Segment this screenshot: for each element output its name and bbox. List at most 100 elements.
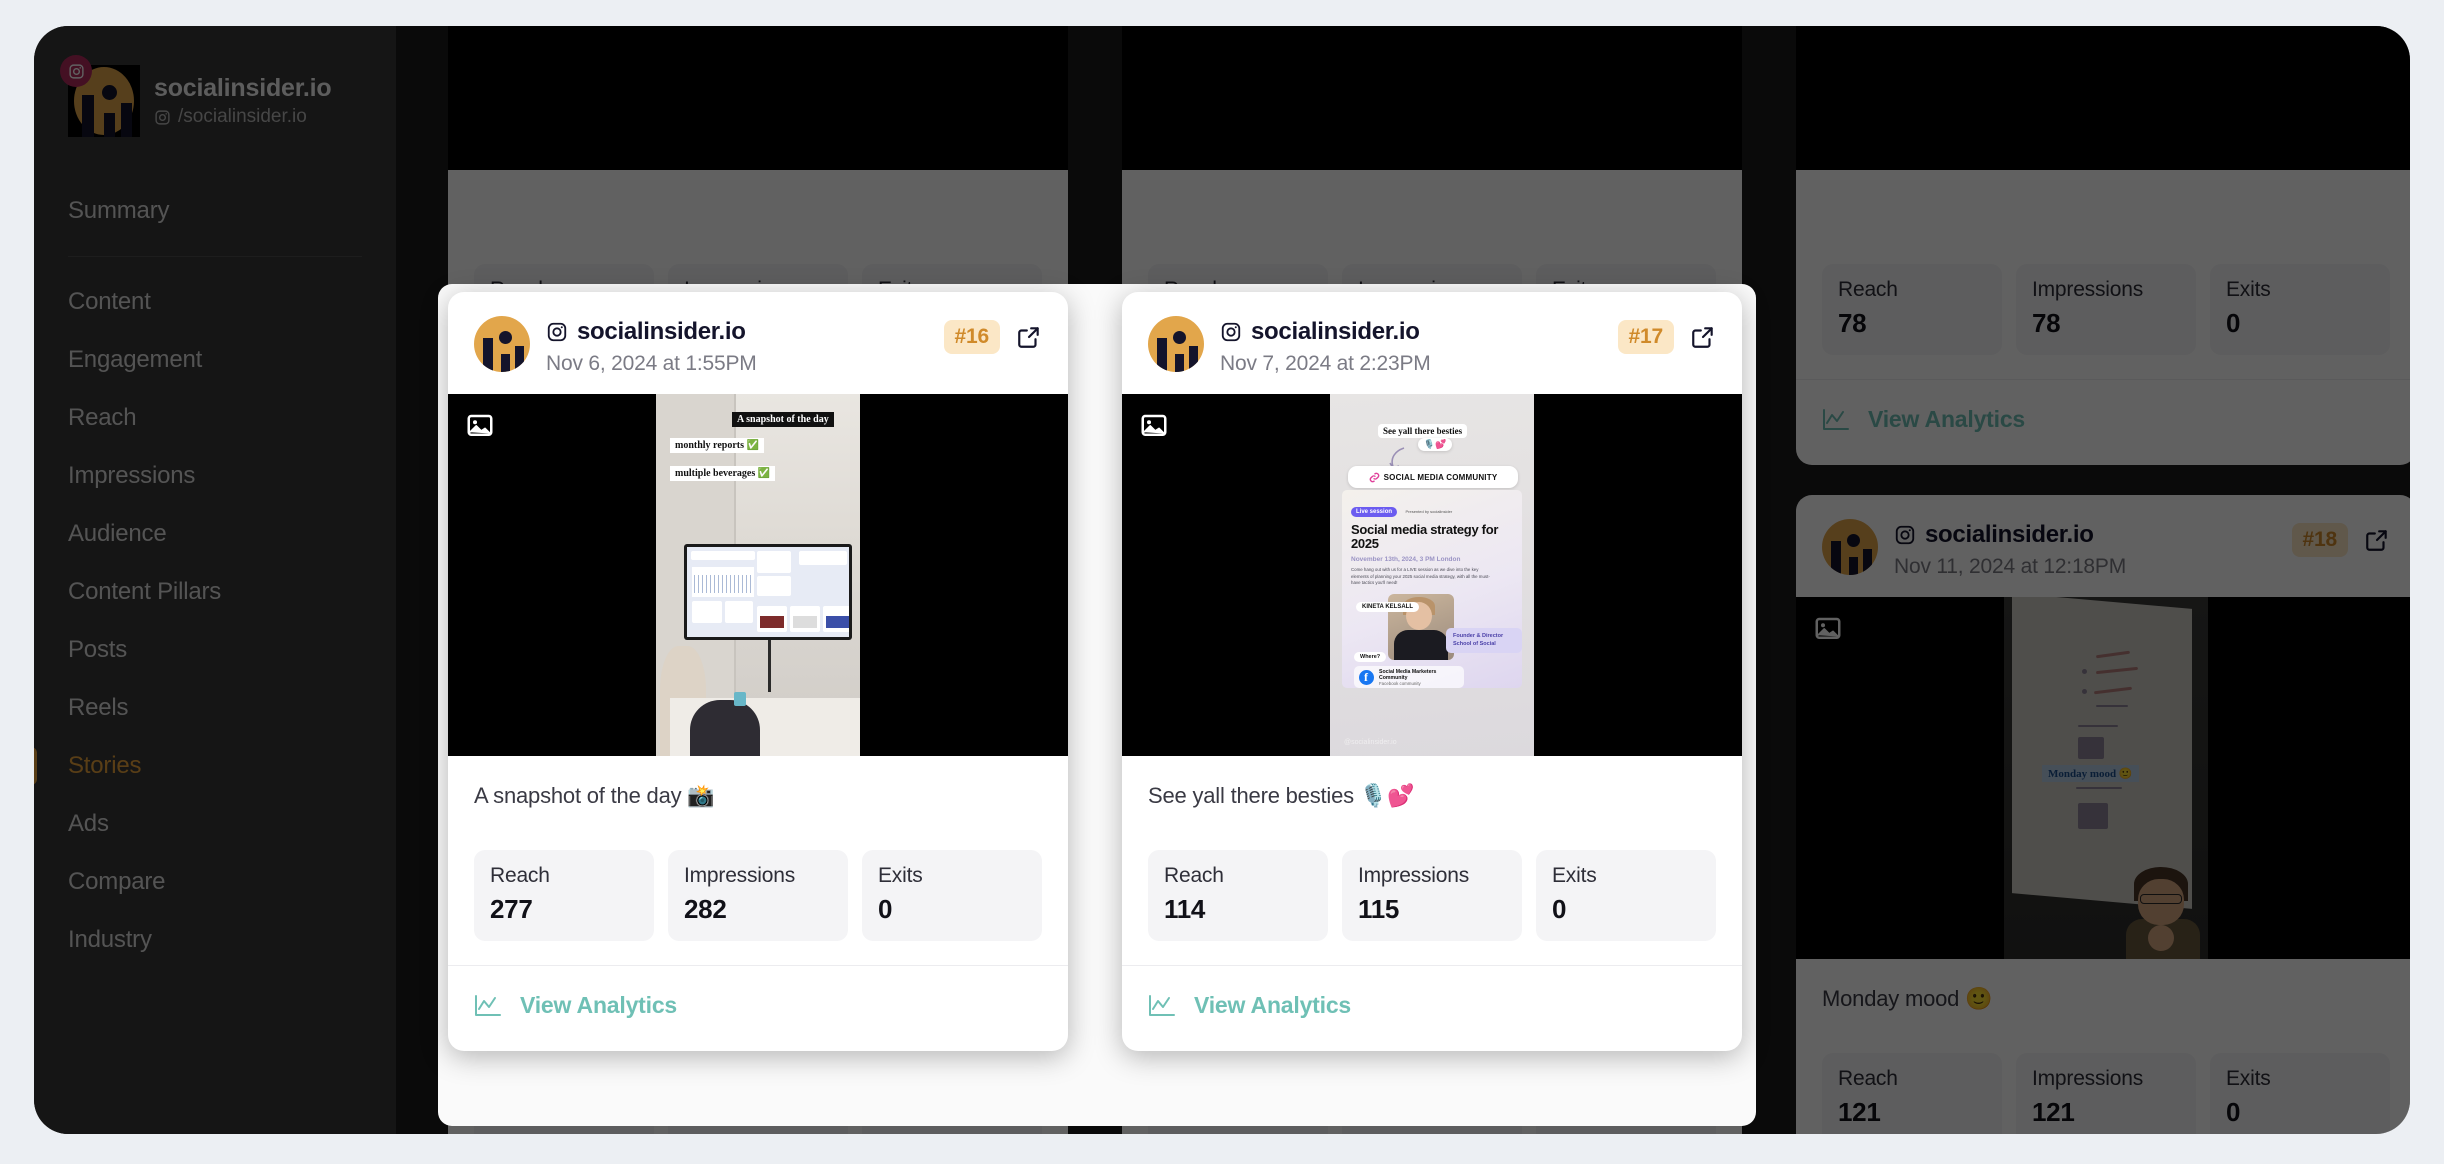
poster-where-label: Where?: [1354, 652, 1387, 662]
avatar: [474, 316, 530, 372]
story-media[interactable]: [1122, 26, 1742, 170]
image-media-icon: [1813, 614, 1843, 644]
stat-reach: Reach 114: [1148, 850, 1328, 941]
stat-exits: Exits 0: [2210, 264, 2390, 355]
sidebar-item-posts[interactable]: Posts: [34, 621, 396, 679]
sidebar-item-impressions[interactable]: Impressions: [34, 447, 396, 505]
avatar: [1148, 316, 1204, 372]
sidebar-item-content-pillars[interactable]: Content Pillars: [34, 563, 396, 621]
stat-impressions: Impressions 282: [668, 850, 848, 941]
stat-impressions: Impressions 115: [1342, 850, 1522, 941]
sidebar-item-reach[interactable]: Reach: [34, 389, 396, 447]
story-overlay-text: See yall there besties: [1378, 424, 1468, 438]
sidebar-item-label: Summary: [68, 197, 170, 224]
story-media-image: See yall there besties 🎙️💕 SOCIAL MEDIA: [1330, 394, 1534, 756]
story-media[interactable]: Monday mood 🙂: [1796, 596, 2410, 959]
external-link-icon[interactable]: [1690, 324, 1716, 350]
image-media-icon: [1139, 411, 1169, 441]
instagram-icon: [60, 55, 92, 87]
stat-label: Exits: [1552, 864, 1597, 887]
poster-title: Social media strategy for 2025: [1351, 522, 1499, 552]
story-handle-watermark: @socialinsider.io: [1344, 739, 1397, 746]
story-card[interactable]: Reach 78 Impressions 78 Exits 0 View Ana…: [1796, 26, 2410, 465]
stat-exits: Exits 0: [1536, 850, 1716, 941]
story-card[interactable]: socialinsider.io Nov 11, 2024 at 12:18PM…: [1796, 494, 2410, 1134]
stat-reach: Reach 277: [474, 850, 654, 941]
stat-reach: Reach 78: [1822, 264, 2002, 355]
sidebar-item-ads[interactable]: Ads: [34, 795, 396, 853]
stat-value: 78: [1838, 308, 1867, 338]
link-icon: [1369, 472, 1380, 483]
stat-impressions: Impressions 78: [2016, 264, 2196, 355]
story-card-highlighted[interactable]: socialinsider.io Nov 7, 2024 at 2:23PM #…: [1122, 292, 1742, 1051]
chart-line-icon: [1822, 408, 1850, 432]
sidebar-item-label: Impressions: [68, 462, 196, 489]
stat-value: 78: [2032, 308, 2061, 338]
sidebar-item-label: Compare: [68, 868, 166, 895]
story-overlay-emoji: 🎙️💕: [1418, 438, 1452, 451]
story-stats: Reach 121 Impressions 121 Exits 0: [1796, 1052, 2410, 1134]
sidebar-item-label: Stories: [68, 752, 142, 779]
profile-header[interactable]: socialinsider.io /socialinsider.io: [34, 55, 396, 140]
profile-handle: /socialinsider.io: [154, 106, 331, 128]
stat-label: Reach: [1164, 864, 1224, 887]
highlighted-stories: socialinsider.io Nov 6, 2024 at 1:55PM #…: [448, 292, 1742, 1051]
view-analytics-link[interactable]: View Analytics: [1822, 406, 2025, 433]
story-card-header: socialinsider.io Nov 7, 2024 at 2:23PM #…: [1122, 292, 1742, 394]
sidebar-item-stories[interactable]: Stories: [34, 737, 396, 795]
view-analytics-link[interactable]: View Analytics: [1148, 992, 1351, 1019]
sidebar-item-label: Content Pillars: [68, 578, 222, 605]
story-media[interactable]: See yall there besties 🎙️💕 SOCIAL MEDIA: [1122, 394, 1742, 756]
stat-label: Reach: [1838, 278, 1898, 301]
story-media[interactable]: [448, 26, 1068, 170]
sidebar-item-content[interactable]: Content: [34, 273, 396, 331]
sidebar-item-label: Reels: [68, 694, 129, 721]
story-footer: View Analytics: [1796, 380, 2410, 465]
stat-label: Impressions: [2032, 1066, 2144, 1090]
profile-handle-text: /socialinsider.io: [178, 106, 307, 127]
poster-description: Come hang out with us for a LIVE session…: [1351, 567, 1490, 586]
story-caption: A snapshot of the day 📸: [474, 783, 715, 808]
sidebar-item-reels[interactable]: Reels: [34, 679, 396, 737]
story-card-header: socialinsider.io Nov 11, 2024 at 12:18PM…: [1796, 495, 2410, 597]
story-caption: See yall there besties 🎙️💕: [1148, 783, 1415, 808]
stat-value: 277: [490, 894, 533, 924]
rank-badge: #17: [1617, 320, 1674, 354]
sidebar-item-label: Engagement: [68, 346, 203, 373]
instagram-icon: [1894, 524, 1916, 546]
stat-label: Exits: [878, 864, 923, 887]
avatar: [1822, 518, 1878, 575]
view-analytics-label: View Analytics: [520, 992, 677, 1018]
sidebar-item-industry[interactable]: Industry: [34, 911, 396, 969]
stat-value: 121: [2032, 1096, 2075, 1127]
facebook-icon: [1359, 669, 1374, 685]
rank-badge: #18: [2291, 522, 2348, 557]
story-media[interactable]: [1796, 26, 2410, 170]
story-overlay-text: monthly reports ✅: [670, 438, 764, 453]
sidebar-item-audience[interactable]: Audience: [34, 505, 396, 563]
external-link-icon[interactable]: [2364, 527, 2390, 553]
stat-label: Reach: [490, 864, 550, 887]
sidebar-item-engagement[interactable]: Engagement: [34, 331, 396, 389]
external-link-icon[interactable]: [1016, 324, 1042, 350]
stat-label: Impressions: [684, 864, 796, 887]
sidebar-item-label: Industry: [68, 926, 152, 953]
story-media[interactable]: A snapshot of the day monthly reports ✅ …: [448, 394, 1068, 756]
view-analytics-label: View Analytics: [1194, 992, 1351, 1018]
story-overlay-text: multiple beverages ✅: [670, 466, 776, 481]
story-caption: [1122, 170, 1742, 264]
story-card-highlighted[interactable]: socialinsider.io Nov 6, 2024 at 1:55PM #…: [448, 292, 1068, 1051]
sidebar: socialinsider.io /socialinsider.io Summa…: [34, 26, 396, 1134]
sidebar-item-compare[interactable]: Compare: [34, 853, 396, 911]
stat-impressions: Impressions 121: [2016, 1052, 2196, 1134]
sidebar-item-label: Reach: [68, 404, 137, 431]
view-analytics-link[interactable]: View Analytics: [474, 992, 677, 1019]
poster-community-name: Social Media Marketers Community: [1379, 668, 1437, 681]
sidebar-item-summary[interactable]: Summary: [34, 182, 396, 240]
stat-exits: Exits 0: [862, 850, 1042, 941]
avatar: [60, 55, 140, 137]
stat-label: Reach: [1838, 1066, 1898, 1090]
app-window: socialinsider.io /socialinsider.io Summa…: [34, 26, 2410, 1134]
poster-speaker-role: Founder & Director School of Social: [1446, 628, 1522, 654]
poster-brand: Presented by socialinsider: [1405, 509, 1453, 514]
